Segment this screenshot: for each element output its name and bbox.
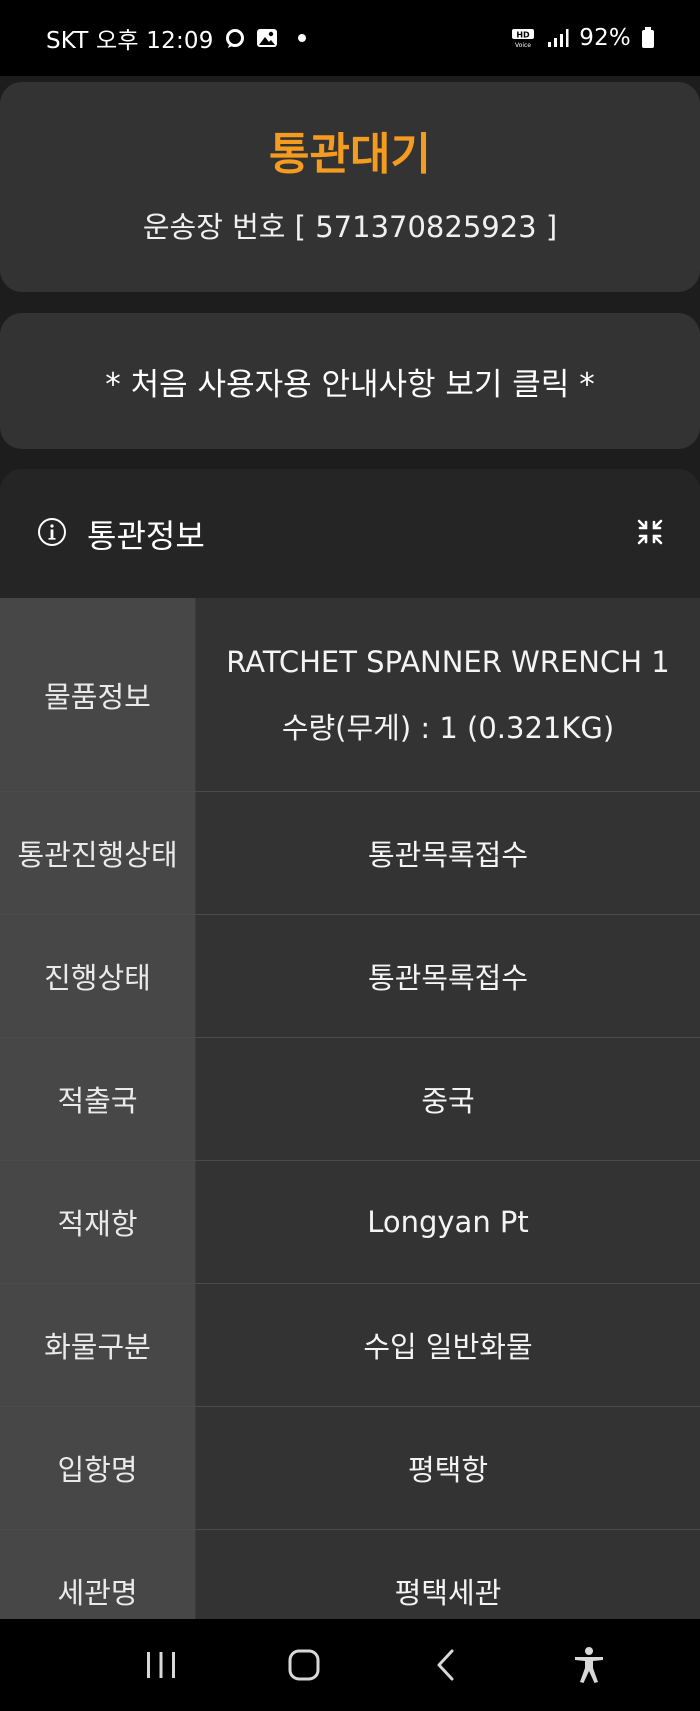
svg-text:Voice: Voice bbox=[515, 42, 531, 49]
hd-voice-icon: HD Voice bbox=[511, 27, 537, 49]
signal-icon bbox=[547, 28, 569, 48]
carrier-time: SKT 오후 12:09 bbox=[46, 28, 214, 54]
accessibility-icon[interactable] bbox=[549, 1630, 629, 1700]
row-value: RATCHET SPANNER WRENCH 1 수량(무게) : 1 (0.3… bbox=[195, 598, 700, 791]
image-icon bbox=[256, 27, 278, 49]
row-value: 평택항 bbox=[195, 1407, 700, 1529]
row-label: 통관진행상태 bbox=[0, 792, 195, 914]
recent-apps-icon[interactable] bbox=[121, 1630, 201, 1700]
row-value: 통관목록접수 bbox=[195, 915, 700, 1037]
customs-info-card: 통관정보 물품정보 RATCHET SPANNER WRENCH 1 수량(무게… bbox=[0, 469, 700, 1619]
home-icon[interactable] bbox=[264, 1630, 344, 1700]
table-row-export-country: 적출국 중국 bbox=[0, 1038, 700, 1161]
first-user-guide-button[interactable]: * 처음 사용자용 안내사항 보기 클릭 * bbox=[0, 313, 700, 449]
notification-dot-icon bbox=[297, 34, 306, 42]
row-label: 입항명 bbox=[0, 1407, 195, 1529]
row-label: 물품정보 bbox=[0, 598, 195, 791]
status-bar-left: SKT 오후 12:09 bbox=[46, 21, 306, 55]
app-screen: SKT 오후 12:09 HD Voice 92% 통관대기 운송장 번호 [… bbox=[0, 0, 700, 1711]
info-icon bbox=[37, 517, 67, 551]
row-value: 수입 일반화물 bbox=[195, 1284, 700, 1406]
row-label: 진행상태 bbox=[0, 915, 195, 1037]
table-row-cargo-type: 화물구분 수입 일반화물 bbox=[0, 1284, 700, 1407]
table-row-entry-port: 입항명 평택항 bbox=[0, 1407, 700, 1530]
row-label: 화물구분 bbox=[0, 1284, 195, 1406]
row-label: 적재항 bbox=[0, 1161, 195, 1283]
row-value: 평택세관 bbox=[195, 1530, 700, 1619]
tracking-number: 운송장 번호 [ 571370825923 ] bbox=[142, 210, 558, 244]
table-row-customs-office: 세관명 평택세관 bbox=[0, 1530, 700, 1619]
item-name: RATCHET SPANNER WRENCH 1 bbox=[226, 644, 670, 679]
customs-info-header[interactable]: 통관정보 bbox=[0, 469, 700, 598]
table-row-loading-port: 적재항 Longyan Pt bbox=[0, 1161, 700, 1284]
table-row-item-info: 물품정보 RATCHET SPANNER WRENCH 1 수량(무게) : 1… bbox=[0, 598, 700, 792]
customs-info-table: 물품정보 RATCHET SPANNER WRENCH 1 수량(무게) : 1… bbox=[0, 598, 700, 1619]
clearance-status-title: 통관대기 bbox=[269, 129, 431, 180]
item-quantity-weight: 수량(무게) : 1 (0.321KG) bbox=[281, 710, 615, 745]
row-label: 세관명 bbox=[0, 1530, 195, 1619]
battery-icon bbox=[641, 27, 655, 49]
row-value: Longyan Pt bbox=[195, 1161, 700, 1283]
collapse-icon[interactable] bbox=[635, 517, 665, 551]
status-bar: SKT 오후 12:09 HD Voice 92% bbox=[0, 0, 700, 76]
battery-percent: 92% bbox=[579, 25, 631, 51]
back-icon[interactable] bbox=[406, 1630, 486, 1700]
first-user-guide-label: * 처음 사용자용 안내사항 보기 클릭 * bbox=[105, 366, 595, 403]
customs-info-title: 통관정보 bbox=[87, 516, 205, 555]
row-value: 중국 bbox=[195, 1038, 700, 1160]
table-row-clearance-progress: 통관진행상태 통관목록접수 bbox=[0, 792, 700, 915]
row-value: 통관목록접수 bbox=[195, 792, 700, 914]
clearance-status-card: 통관대기 운송장 번호 [ 571370825923 ] bbox=[0, 82, 700, 292]
svg-text:HD: HD bbox=[517, 31, 531, 40]
system-navigation-bar bbox=[0, 1619, 700, 1711]
status-bar-right: HD Voice 92% bbox=[511, 25, 655, 51]
table-row-progress-status: 진행상태 통관목록접수 bbox=[0, 915, 700, 1038]
row-label: 적출국 bbox=[0, 1038, 195, 1160]
chat-bubble-icon bbox=[224, 27, 246, 49]
